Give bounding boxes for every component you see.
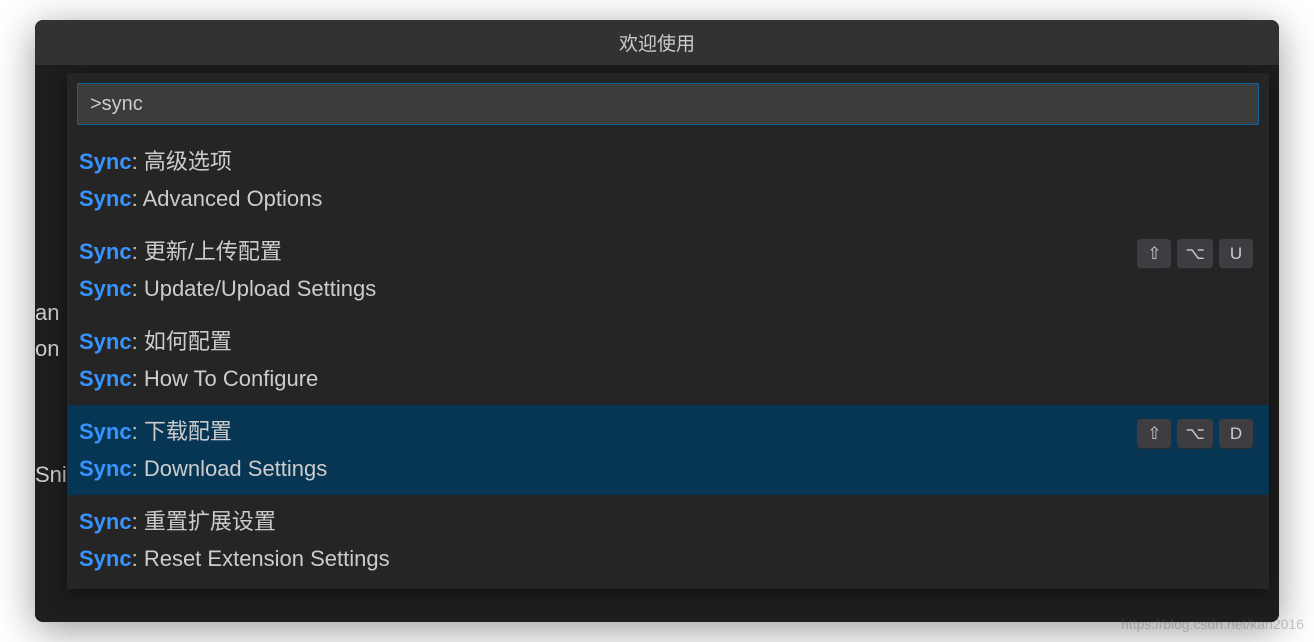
command-title-en: Sync: How To Configure: [79, 362, 318, 395]
command-item-labels: Sync: 如何配置 Sync: How To Configure: [79, 325, 318, 395]
command-title-en: Sync: Advanced Options: [79, 182, 322, 215]
bg-text-fragment: on: [35, 331, 59, 366]
command-item-labels: Sync: 重置扩展设置 Sync: Reset Extension Setti…: [79, 505, 390, 575]
command-title-en: Sync: Reset Extension Settings: [79, 542, 390, 575]
bg-text-fragment: an: [35, 295, 59, 330]
keybinding: ⇧ ⌥ U: [1137, 239, 1253, 269]
command-title-cn: Sync: 更新/上传配置: [79, 235, 376, 268]
key-letter: U: [1219, 239, 1253, 269]
window-title: 欢迎使用: [619, 29, 695, 56]
command-item-labels: Sync: 高级选项 Sync: Advanced Options: [79, 145, 322, 215]
command-input[interactable]: [77, 83, 1259, 125]
command-item-download-settings[interactable]: Sync: 下载配置 Sync: Download Settings ⇧ ⌥ D: [67, 405, 1269, 495]
key-shift-icon: ⇧: [1137, 419, 1171, 449]
command-item-labels: Sync: 更新/上传配置 Sync: Update/Upload Settin…: [79, 235, 376, 305]
editor-window: 欢迎使用 an on Snip Sync: 高级选项 Sync: Advance…: [35, 20, 1279, 622]
command-title-en: Sync: Update/Upload Settings: [79, 272, 376, 305]
command-title-en: Sync: Download Settings: [79, 452, 327, 485]
key-letter: D: [1219, 419, 1253, 449]
match-highlight: Sync: [79, 149, 132, 174]
command-title-cn: Sync: 重置扩展设置: [79, 505, 390, 538]
match-highlight: Sync: [79, 186, 132, 211]
command-item-update-upload[interactable]: Sync: 更新/上传配置 Sync: Update/Upload Settin…: [67, 225, 1269, 315]
command-item-reset-extension[interactable]: Sync: 重置扩展设置 Sync: Reset Extension Setti…: [67, 495, 1269, 585]
results-list: Sync: 高级选项 Sync: Advanced Options Sync: …: [67, 135, 1269, 589]
command-title-cn: Sync: 下载配置: [79, 415, 327, 448]
content-area: an on Snip Sync: 高级选项 Sync: Advanced Opt…: [35, 65, 1279, 622]
match-highlight: Sync: [79, 329, 132, 354]
match-highlight: Sync: [79, 456, 132, 481]
match-highlight: Sync: [79, 546, 132, 571]
key-option-icon: ⌥: [1177, 239, 1213, 269]
command-item-labels: Sync: 下载配置 Sync: Download Settings: [79, 415, 327, 485]
match-highlight: Sync: [79, 419, 132, 444]
watermark: https://blog.csdn.net/kan2016: [1121, 616, 1304, 632]
match-highlight: Sync: [79, 366, 132, 391]
command-item-how-to-configure[interactable]: Sync: 如何配置 Sync: How To Configure: [67, 315, 1269, 405]
match-highlight: Sync: [79, 276, 132, 301]
key-shift-icon: ⇧: [1137, 239, 1171, 269]
keybinding: ⇧ ⌥ D: [1137, 419, 1253, 449]
match-highlight: Sync: [79, 239, 132, 264]
command-palette: Sync: 高级选项 Sync: Advanced Options Sync: …: [67, 73, 1269, 589]
key-option-icon: ⌥: [1177, 419, 1213, 449]
command-item-advanced-options[interactable]: Sync: 高级选项 Sync: Advanced Options: [67, 135, 1269, 225]
command-title-cn: Sync: 如何配置: [79, 325, 318, 358]
match-highlight: Sync: [79, 509, 132, 534]
title-bar: 欢迎使用: [35, 20, 1279, 65]
command-title-cn: Sync: 高级选项: [79, 145, 322, 178]
